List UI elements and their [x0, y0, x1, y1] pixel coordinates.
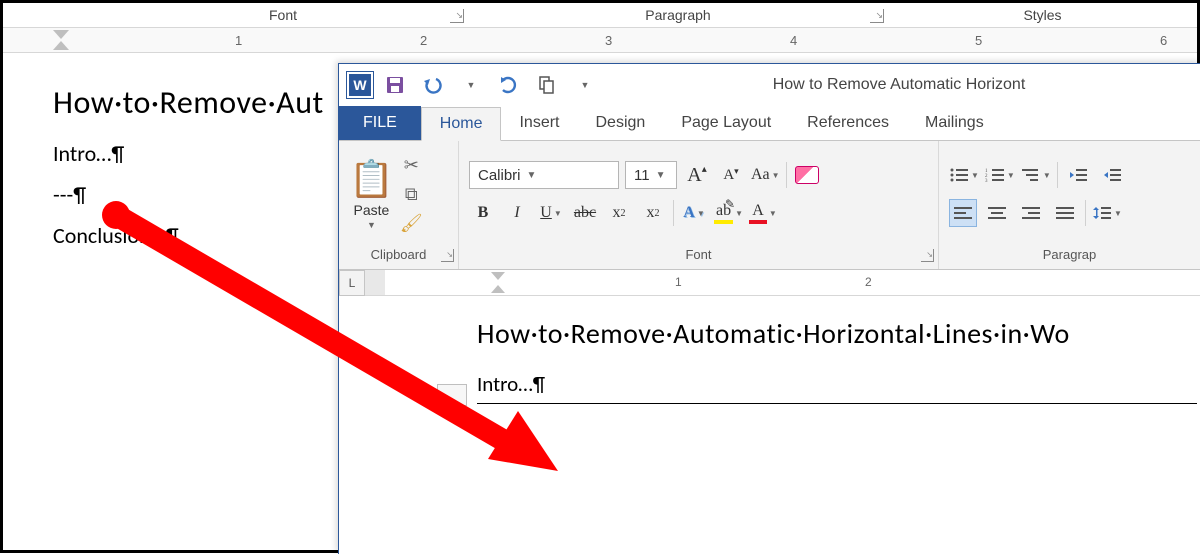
first-line-indent-marker[interactable] — [491, 272, 505, 280]
increase-indent-button[interactable] — [1098, 161, 1126, 189]
subscript-button[interactable]: x2 — [605, 199, 633, 227]
dialog-launcher-icon[interactable]: ↘ — [450, 9, 464, 23]
tab-design[interactable]: Design — [578, 106, 664, 140]
font-name-combo[interactable]: Calibri▼ — [469, 161, 619, 189]
automatic-horizontal-line[interactable] — [477, 403, 1197, 404]
group-clipboard: 📋 Paste ▼ ✂ ⧉ 🖌 Clipboard↘ — [339, 141, 459, 269]
bg-group-paragraph-label: Paragraph↘ — [468, 7, 888, 23]
hanging-indent-marker[interactable] — [53, 41, 69, 50]
bg-ribbon-group-labels: Font↘ Paragraph↘ Styles — [3, 3, 1197, 27]
shrink-font-button[interactable]: A▾ — [717, 161, 745, 189]
superscript-button[interactable]: x2 — [639, 199, 667, 227]
multilevel-list-button[interactable]: ▼ — [1021, 161, 1051, 189]
fg-doc-line-blank[interactable]: ¶ — [477, 418, 1200, 444]
dialog-launcher-icon[interactable]: ↘ — [921, 249, 934, 262]
eraser-icon — [795, 166, 819, 184]
strikethrough-button[interactable]: abc — [571, 199, 599, 227]
group-clipboard-label: Clipboard↘ — [339, 247, 458, 269]
tab-page-layout[interactable]: Page Layout — [663, 106, 789, 140]
first-line-indent-marker[interactable] — [53, 30, 69, 39]
copy-icon[interactable]: ⧉ — [405, 184, 418, 205]
hanging-indent-marker[interactable] — [491, 285, 505, 293]
window-title: How to Remove Automatic Horizont — [607, 76, 1200, 94]
dialog-launcher-icon[interactable]: ↘ — [441, 249, 454, 262]
ribbon-home: 📋 Paste ▼ ✂ ⧉ 🖌 Clipboard↘ — [339, 140, 1200, 270]
line-spacing-button[interactable]: ▼ — [1092, 199, 1122, 227]
foreground-word-window: W ▼ ▼ How to Remove Automatic Horizont F… — [338, 63, 1200, 554]
cut-icon[interactable]: ✂ — [404, 155, 419, 176]
tab-references[interactable]: References — [789, 106, 907, 140]
font-size-combo[interactable]: 11▼ — [625, 161, 677, 189]
fg-doc-line-intro[interactable]: Intro…¶ — [477, 371, 1200, 397]
bg-group-styles-label: Styles — [888, 7, 1197, 23]
bold-button[interactable]: B — [469, 199, 497, 227]
ruler-tick: 6 — [1160, 33, 1167, 48]
qat-customize-icon[interactable]: ▼ — [569, 69, 601, 101]
paste-button[interactable]: Paste — [354, 202, 390, 218]
group-paragraph-label: Paragrap — [939, 247, 1200, 269]
text-effects-button[interactable]: A▼ — [680, 199, 708, 227]
fg-horizontal-ruler[interactable]: 1 2 — [365, 270, 1200, 295]
italic-button[interactable]: I — [503, 199, 531, 227]
undo-icon[interactable] — [417, 69, 449, 101]
font-color-button[interactable]: A▼ — [749, 199, 777, 227]
tab-selector[interactable]: L — [339, 270, 365, 296]
grow-font-button[interactable]: A▴ — [683, 161, 711, 189]
tab-insert[interactable]: Insert — [501, 106, 577, 140]
ruler-tick: 4 — [790, 33, 797, 48]
ruler-tick: 3 — [605, 33, 612, 48]
highlight-button[interactable]: ab ✎▼ — [714, 199, 743, 227]
group-paragraph: ▼ 123▼ ▼ ▼ — [939, 141, 1200, 269]
group-font: Calibri▼ 11▼ A▴ A▾ Aa▼ — [459, 141, 939, 269]
ribbon-tabs: FILE Home Insert Design Page Layout Refe… — [339, 106, 1200, 140]
align-left-button[interactable] — [949, 199, 977, 227]
align-center-button[interactable] — [983, 199, 1011, 227]
ruler-tick: 1 — [235, 33, 242, 48]
tab-file[interactable]: FILE — [339, 106, 421, 140]
clear-formatting-button[interactable] — [793, 161, 821, 189]
tab-mailings[interactable]: Mailings — [907, 106, 1002, 140]
group-font-label: Font↘ — [459, 247, 938, 269]
fg-ruler-row: L 1 2 — [339, 270, 1200, 296]
bg-horizontal-ruler[interactable]: 1 2 3 4 5 6 — [3, 27, 1197, 53]
format-painter-icon[interactable]: 🖌 — [400, 213, 423, 234]
align-right-button[interactable] — [1017, 199, 1045, 227]
bg-group-font-label: Font↘ — [98, 7, 468, 23]
underline-button[interactable]: U▼ — [537, 199, 565, 227]
tab-home[interactable]: Home — [421, 107, 502, 141]
dialog-launcher-icon[interactable]: ↘ — [870, 9, 884, 23]
redo-icon[interactable] — [493, 69, 525, 101]
fg-doc-heading[interactable]: How·to·Remove·Automatic·Horizontal·Lines… — [477, 316, 1200, 351]
ruler-tick: 5 — [975, 33, 982, 48]
ruler-tick: 2 — [865, 275, 872, 289]
bullets-button[interactable]: ▼ — [949, 161, 979, 189]
word-app-icon[interactable]: W — [347, 72, 373, 98]
undo-dropdown-icon[interactable]: ▼ — [455, 69, 487, 101]
title-bar: W ▼ ▼ How to Remove Automatic Horizont — [339, 64, 1200, 106]
ruler-tick: 2 — [420, 33, 427, 48]
ruler-tick: 1 — [675, 275, 682, 289]
justify-button[interactable] — [1051, 199, 1079, 227]
paste-dropdown-icon[interactable]: ▼ — [367, 220, 376, 230]
paste-icon[interactable]: 📋 — [349, 158, 394, 200]
save-icon[interactable] — [379, 69, 411, 101]
change-case-button[interactable]: Aa▼ — [751, 161, 780, 189]
fg-document-canvas[interactable]: How·to·Remove·Automatic·Horizontal·Lines… — [339, 298, 1200, 554]
paste-options-icon[interactable] — [437, 384, 467, 406]
decrease-indent-button[interactable] — [1064, 161, 1092, 189]
touch-mode-icon[interactable] — [531, 69, 563, 101]
numbering-button[interactable]: 123▼ — [985, 161, 1015, 189]
svg-text:3: 3 — [985, 179, 988, 183]
